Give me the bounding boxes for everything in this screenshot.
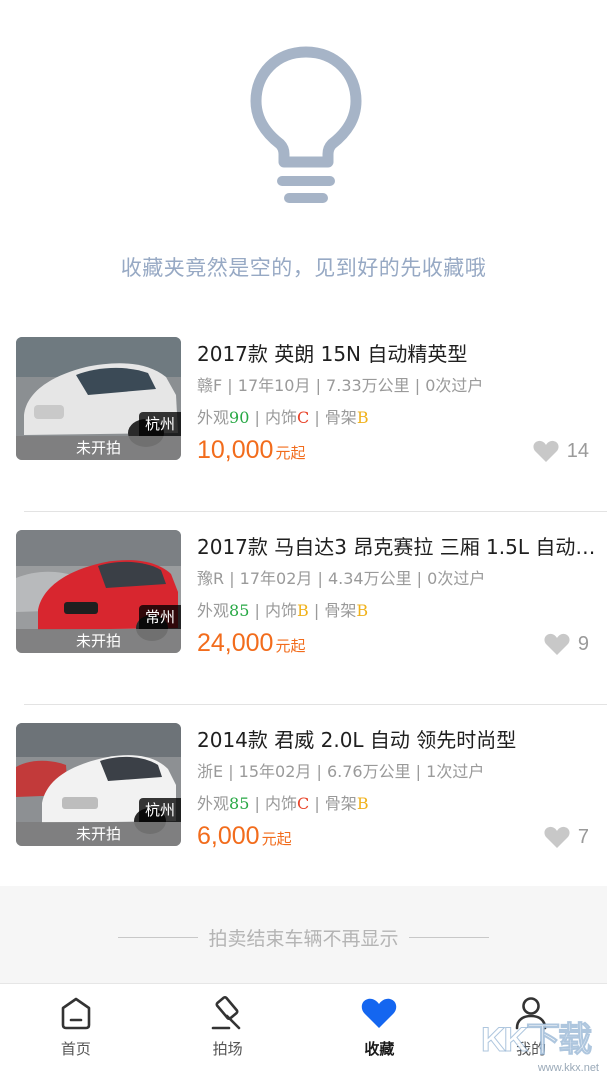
car-title: 2014款 君威 2.0L 自动 领先时尚型: [197, 728, 517, 752]
favorite-count[interactable]: 9: [544, 633, 589, 656]
divider: [24, 511, 607, 512]
car-city-tag: 杭州: [138, 798, 181, 822]
frame-grade: B: [356, 408, 369, 427]
interior-grade: C: [296, 794, 310, 813]
price-unit: 元起: [275, 637, 306, 655]
exterior-grade: 85: [229, 794, 250, 813]
favorite-count-value: 9: [577, 633, 589, 655]
exterior-label: 外观: [197, 408, 230, 427]
starting-price: 6,000: [197, 822, 260, 850]
car-thumbnail[interactable]: 杭州 未开拍: [16, 723, 181, 846]
frame-grade: B: [356, 794, 369, 813]
tab-auction[interactable]: 拍场: [152, 984, 304, 1080]
ended-auctions-text: 拍卖结束车辆不再显示: [208, 928, 399, 950]
heart-icon: [544, 826, 570, 848]
tab-favorites[interactable]: 收藏: [304, 984, 456, 1080]
interior-label: 内饰: [264, 408, 297, 427]
car-list-item[interactable]: 常州 未开拍 2017款 马自达3 昂克赛拉 三厢 1.5L 自动豪华型 豫R …: [0, 513, 607, 705]
price-row: 10,000 元起: [197, 436, 305, 465]
tab-auction-label: 拍场: [212, 1040, 243, 1058]
car-city-tag: 常州: [138, 605, 181, 629]
ended-auctions-note: 拍卖结束车辆不再显示: [0, 886, 607, 983]
heart-icon: [544, 633, 570, 655]
heart-icon: [362, 998, 397, 1028]
price-unit: 元起: [261, 830, 292, 848]
car-thumbnail[interactable]: 杭州 未开拍: [16, 337, 181, 460]
car-list-item[interactable]: 杭州 未开拍 2014款 君威 2.0L 自动 领先时尚型 浙E | 15年02…: [0, 706, 607, 898]
home-icon: [61, 997, 91, 1030]
tab-favorites-label: 收藏: [364, 1040, 395, 1058]
car-grades: 外观90 | 内饰C | 骨架B: [197, 408, 369, 427]
watermark-url: www.kkx.net: [537, 1062, 599, 1074]
exterior-label: 外观: [197, 601, 230, 620]
divider: [24, 704, 607, 705]
car-meta: 赣F | 17年10月 | 7.33万公里 | 0次过户: [197, 376, 484, 395]
car-title: 2017款 马自达3 昂克赛拉 三厢 1.5L 自动豪华型: [197, 535, 597, 559]
price-unit: 元起: [275, 444, 306, 462]
frame-label: 骨架: [324, 408, 357, 427]
car-city-tag: 杭州: [138, 412, 181, 436]
favorite-count-value: 14: [566, 440, 589, 462]
auction-status-label: 未开拍: [16, 822, 181, 846]
starting-price: 24,000: [197, 629, 274, 657]
exterior-label: 外观: [197, 794, 230, 813]
car-title: 2017款 英朗 15N 自动精英型: [197, 342, 468, 366]
empty-favorites-state: 收藏夹竟然是空的，见到好的先收藏哦: [0, 0, 607, 310]
exterior-grade: 85: [229, 601, 250, 620]
car-meta: 豫R | 17年02月 | 4.34万公里 | 0次过户: [197, 569, 486, 588]
car-grades: 外观85 | 内饰C | 骨架B: [197, 794, 369, 813]
tab-home-label: 首页: [60, 1040, 91, 1058]
car-meta: 浙E | 15年02月 | 6.76万公里 | 1次过户: [197, 762, 485, 781]
watermark-text: KK下载: [480, 1021, 592, 1060]
starting-price: 10,000: [197, 436, 274, 464]
interior-label: 内饰: [264, 601, 297, 620]
frame-grade: B: [356, 601, 369, 620]
price-row: 6,000 元起: [197, 822, 292, 851]
exterior-grade: 90: [229, 408, 250, 427]
interior-grade: B: [296, 601, 309, 620]
divider: [118, 937, 199, 938]
car-thumbnail[interactable]: 常州 未开拍: [16, 530, 181, 653]
frame-label: 骨架: [324, 794, 357, 813]
favorite-count[interactable]: 14: [533, 440, 589, 463]
interior-grade: C: [296, 408, 310, 427]
watermark: KK下载 www.kkx.net: [480, 1012, 601, 1075]
car-list-item[interactable]: 杭州 未开拍 2017款 英朗 15N 自动精英型 赣F | 17年10月 | …: [0, 320, 607, 512]
interior-label: 内饰: [264, 794, 297, 813]
empty-state-message: 收藏夹竟然是空的，见到好的先收藏哦: [120, 256, 487, 280]
auction-status-label: 未开拍: [16, 436, 181, 460]
divider: [408, 937, 489, 938]
car-grades: 外观85 | 内饰B | 骨架B: [197, 601, 369, 620]
favorite-count[interactable]: 7: [544, 826, 589, 849]
heart-icon: [533, 440, 559, 462]
favorite-count-value: 7: [577, 826, 589, 848]
auction-status-label: 未开拍: [16, 629, 181, 653]
lightbulb-icon: [250, 46, 362, 203]
price-row: 24,000 元起: [197, 629, 305, 658]
auction-gavel-icon: [211, 996, 240, 1030]
frame-label: 骨架: [324, 601, 357, 620]
tab-home[interactable]: 首页: [0, 984, 152, 1080]
